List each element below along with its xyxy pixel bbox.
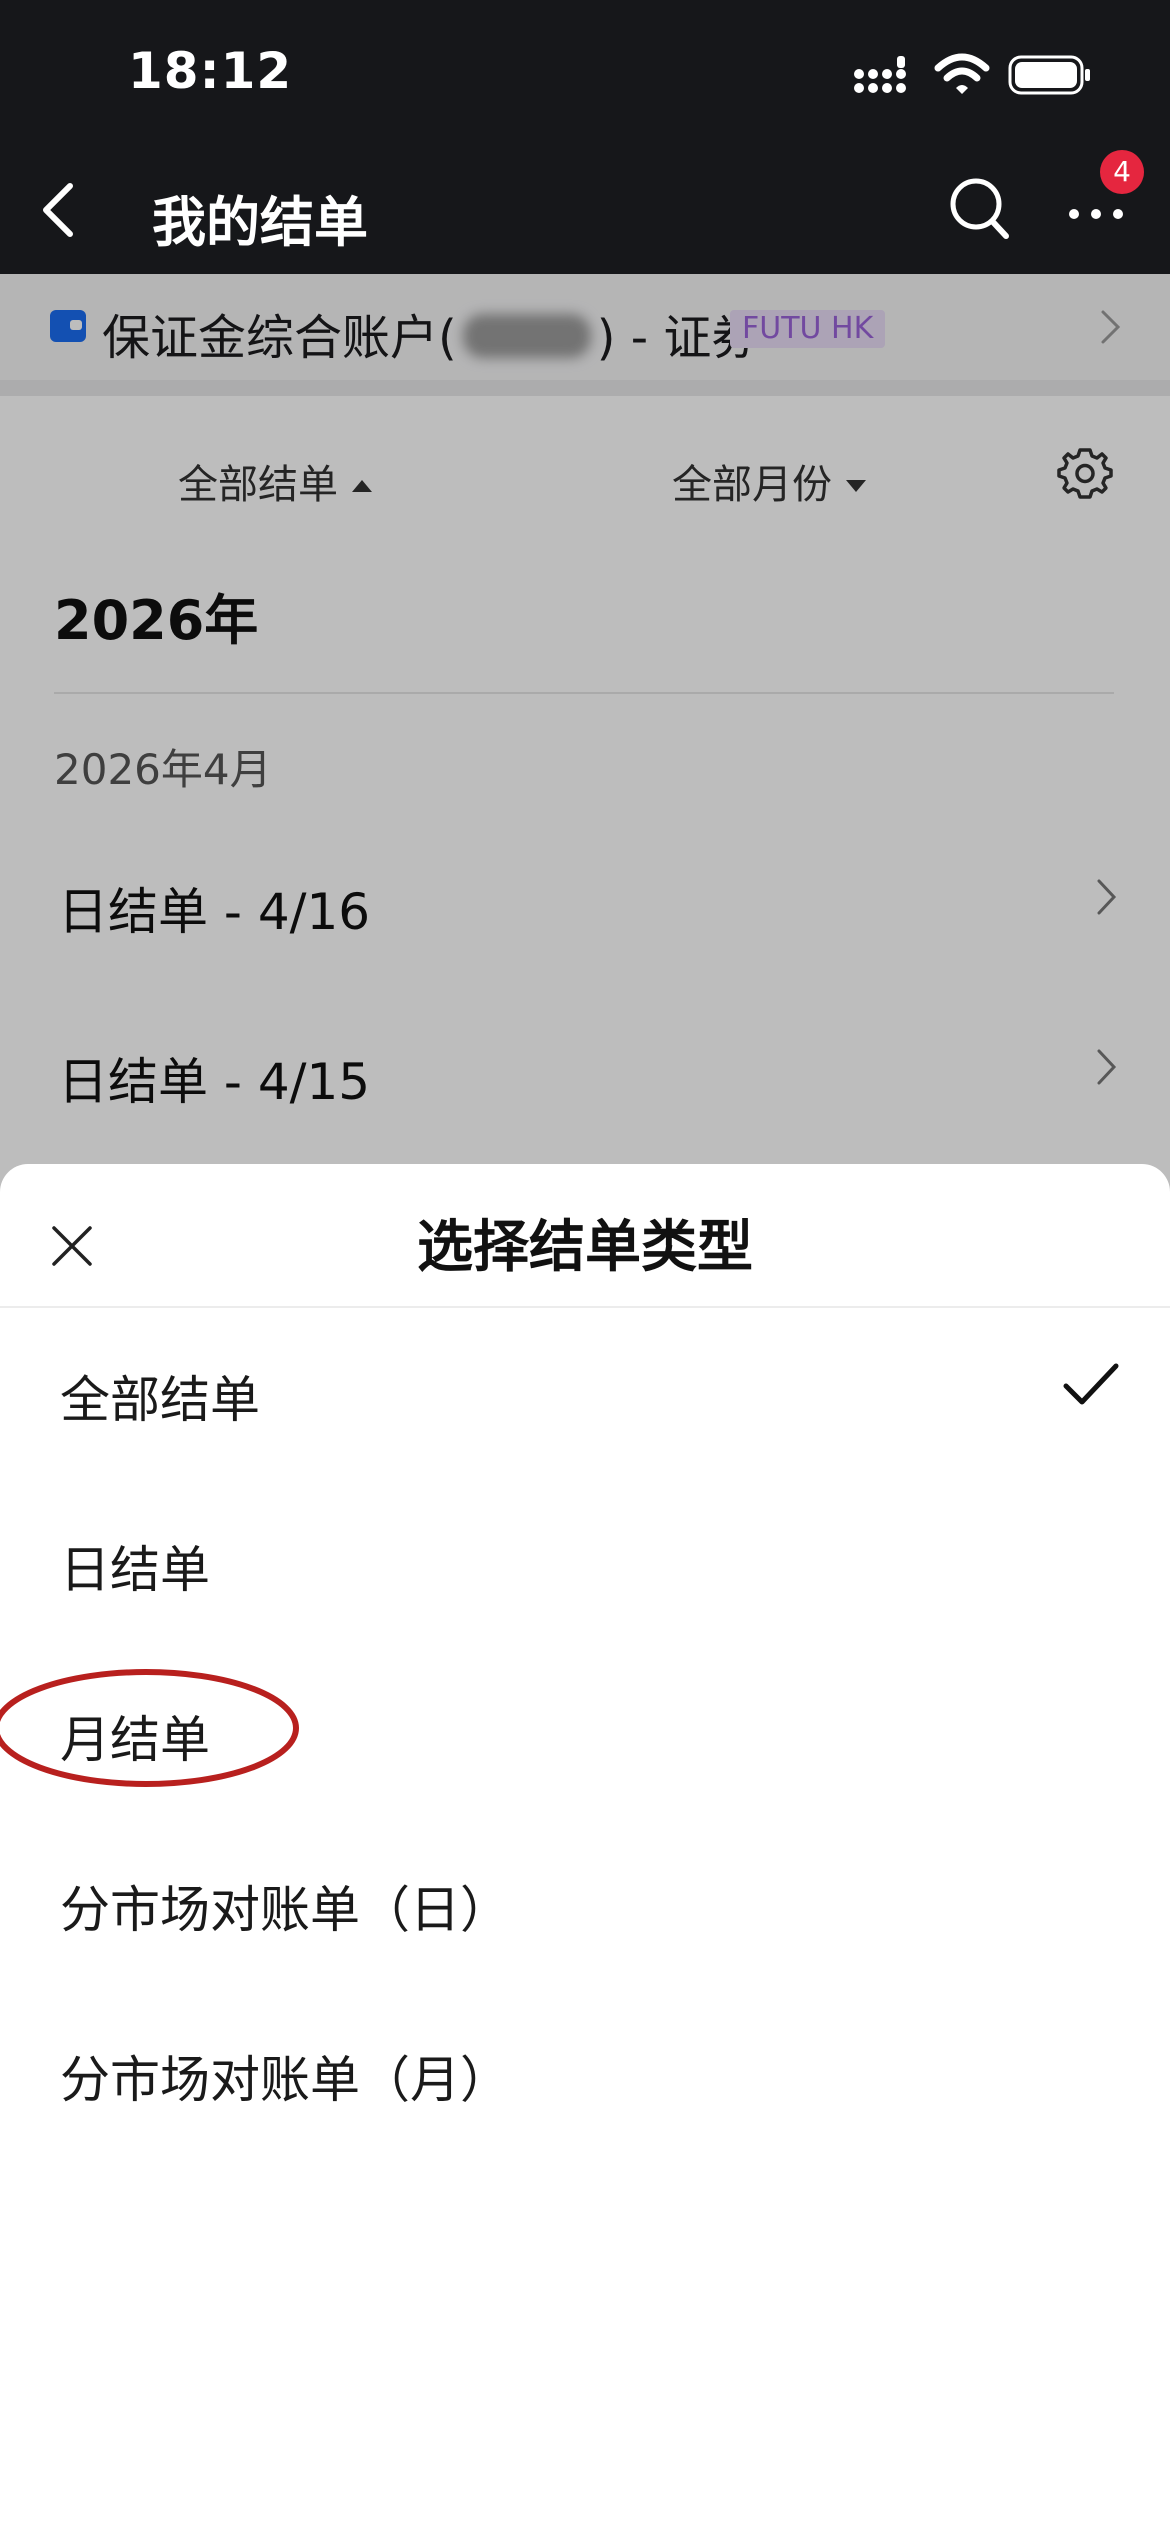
battery-icon — [1008, 55, 1090, 95]
back-icon[interactable] — [30, 174, 90, 246]
option-label: 分市场对账单（月） — [60, 2051, 510, 2109]
nav-bar: 我的结单 4 — [0, 150, 1170, 274]
page-title: 我的结单 — [152, 191, 368, 254]
option-market-monthly-statement[interactable]: 分市场对账单（月） — [0, 1988, 1170, 2158]
search-icon[interactable] — [944, 170, 1014, 246]
option-label: 日结单 — [60, 1541, 210, 1599]
status-time: 18:12 — [128, 42, 293, 100]
option-market-daily-statement[interactable]: 分市场对账单（日） — [0, 1818, 1170, 1988]
signal-icon — [854, 56, 906, 93]
checkmark-icon — [1063, 1363, 1119, 1405]
option-label: 分市场对账单（日） — [60, 1881, 510, 1939]
status-bar: 18:12 — [0, 0, 1170, 150]
notification-badge: 4 — [1100, 150, 1144, 194]
option-daily-statement[interactable]: 日结单 — [0, 1478, 1170, 1648]
option-monthly-statement[interactable]: 月结单 — [0, 1648, 1170, 1818]
wifi-icon — [934, 53, 990, 94]
modal-backdrop[interactable] — [0, 274, 1170, 1274]
statement-type-sheet: 选择结单类型 全部结单 日结单 月结单 分市场对账单（日） 分市场对账单（月） — [0, 1164, 1170, 2532]
option-all-statements[interactable]: 全部结单 — [0, 1308, 1170, 1478]
app-screen: 18:12 我的结单 4 保证金综合账户() - 证券 FUTU HK 全部结… — [0, 0, 1170, 2532]
sheet-title: 选择结单类型 — [417, 1215, 753, 1280]
option-label: 月结单 — [60, 1711, 210, 1769]
more-icon[interactable] — [1064, 188, 1128, 228]
option-label: 全部结单 — [60, 1371, 260, 1429]
